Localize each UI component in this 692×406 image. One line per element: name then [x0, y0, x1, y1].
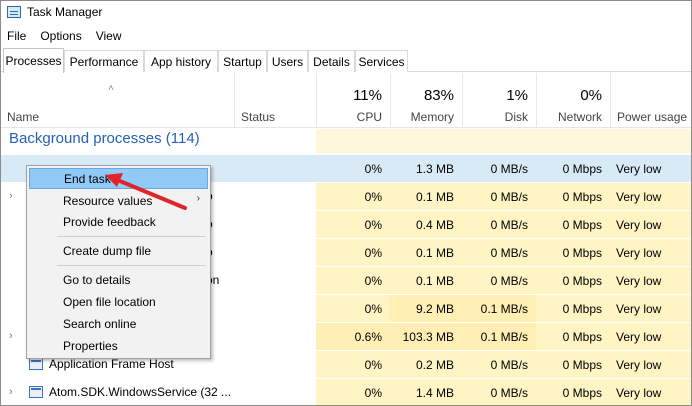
- window-icon: [29, 386, 43, 398]
- tab-services[interactable]: Services: [355, 50, 408, 72]
- tab-strip: Processes Performance App history Startu…: [1, 48, 691, 73]
- tab-users[interactable]: Users: [267, 50, 308, 72]
- section-title: Background processes (114): [9, 130, 200, 147]
- chevron-right-icon: ›: [196, 193, 200, 204]
- table-row[interactable]: › Atom.SDK.WindowsService (32 ... 0% 1.4…: [1, 379, 691, 405]
- column-memory[interactable]: 83% Memory: [390, 73, 462, 128]
- chevron-right-icon[interactable]: ›: [9, 386, 13, 398]
- column-network[interactable]: 0% Network: [536, 73, 610, 128]
- tab-startup[interactable]: Startup: [218, 50, 267, 72]
- chevron-right-icon[interactable]: ›: [9, 190, 13, 202]
- tab-performance[interactable]: Performance: [64, 50, 144, 72]
- menu-separator: [57, 236, 206, 237]
- column-cpu[interactable]: 11% CPU: [316, 73, 390, 128]
- tab-processes[interactable]: Processes: [3, 48, 64, 73]
- menu-file[interactable]: File: [7, 29, 26, 43]
- chevron-right-icon[interactable]: ›: [9, 330, 13, 342]
- tab-app-history[interactable]: App history: [144, 50, 218, 72]
- menu-item-properties[interactable]: Properties: [29, 335, 208, 356]
- column-disk[interactable]: 1% Disk: [462, 73, 536, 128]
- menu-item-search-online[interactable]: Search online: [29, 313, 208, 334]
- window-icon: [29, 358, 43, 370]
- menu-item-go-to-details[interactable]: Go to details: [29, 269, 208, 290]
- menu-view[interactable]: View: [96, 29, 122, 43]
- column-name[interactable]: Name: [1, 73, 234, 128]
- tab-details[interactable]: Details: [308, 50, 355, 72]
- menu-separator: [57, 265, 206, 266]
- column-header-row: ˄ Name Status 11% CPU 83% Memory 1% Disk…: [1, 73, 691, 128]
- menu-bar: File Options View: [1, 26, 136, 46]
- annotation-arrow-icon: [105, 173, 187, 210]
- title-bar: Task Manager: [1, 1, 691, 23]
- menu-options[interactable]: Options: [40, 29, 81, 43]
- process-name: Atom.SDK.WindowsService (32 ...: [49, 385, 232, 399]
- menu-item-open-file-location[interactable]: Open file location: [29, 291, 208, 312]
- window-title: Task Manager: [27, 5, 103, 19]
- task-manager-icon: [7, 6, 21, 18]
- column-power-usage[interactable]: Power usage: [610, 73, 691, 128]
- menu-item-provide-feedback[interactable]: Provide feedback: [29, 211, 208, 232]
- menu-item-create-dump-file[interactable]: Create dump file: [29, 240, 208, 261]
- section-background-processes[interactable]: Background processes (114): [1, 129, 691, 153]
- column-status[interactable]: Status: [234, 73, 316, 128]
- process-name: Application Frame Host: [49, 357, 174, 371]
- task-manager-window: Task Manager File Options View Processes…: [0, 0, 692, 406]
